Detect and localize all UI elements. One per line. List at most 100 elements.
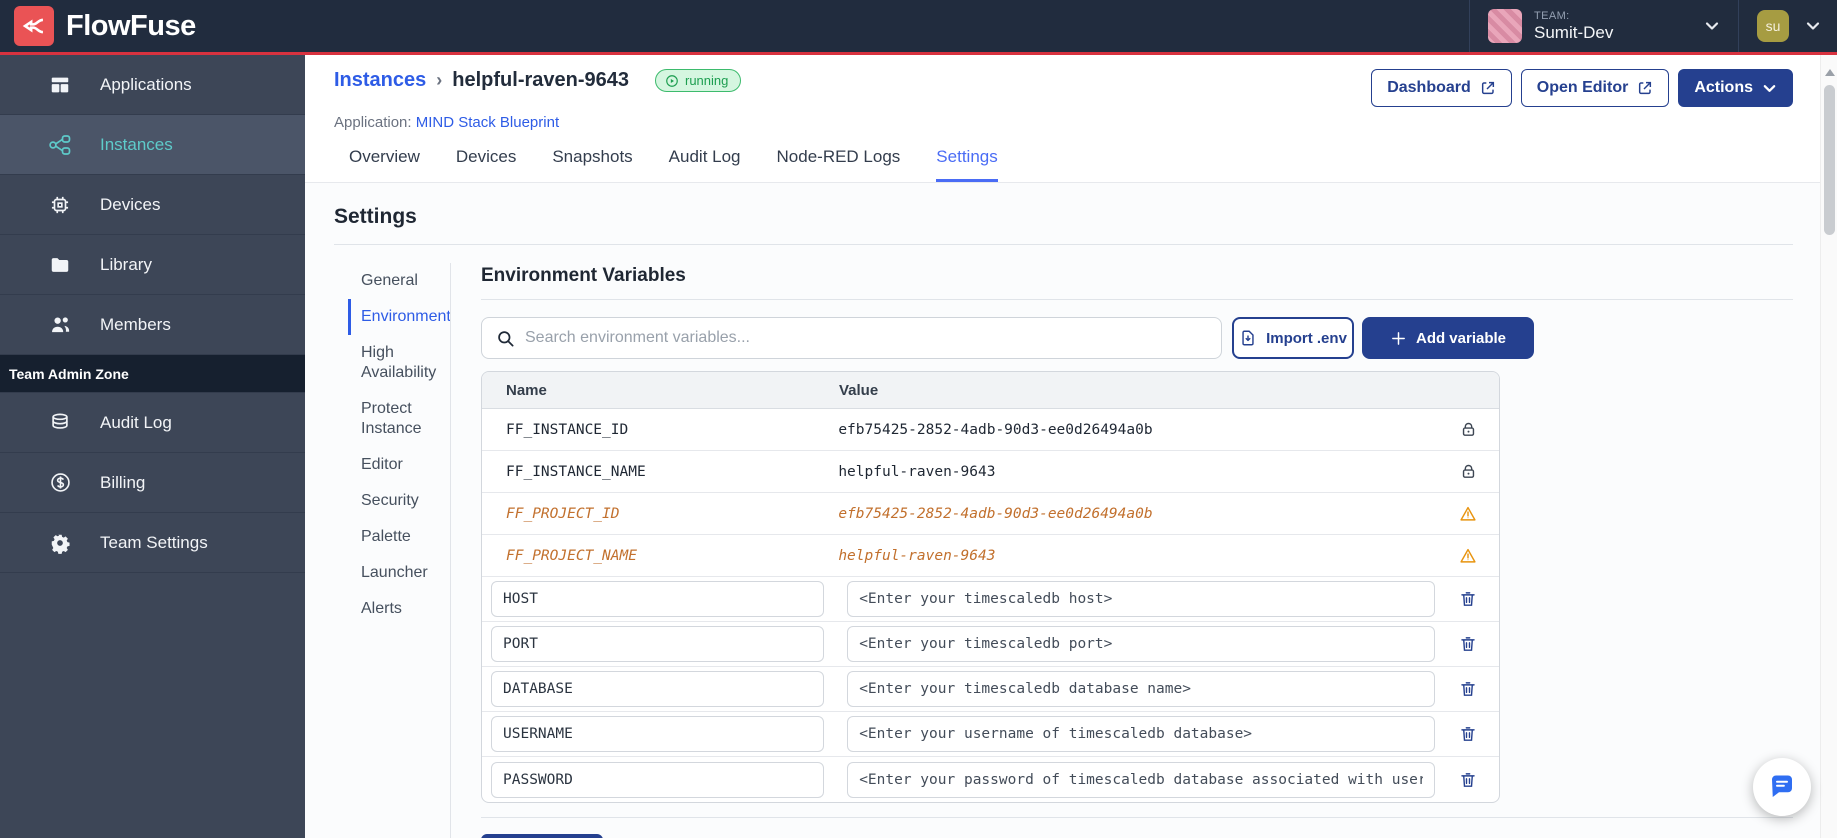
trash-icon[interactable] <box>1459 590 1477 608</box>
sidebar-item-label: Members <box>100 314 171 334</box>
chat-bubble-icon <box>1767 772 1797 802</box>
sidebar-item-label: Applications <box>100 74 192 94</box>
team-selector[interactable]: TEAM: Sumit-Dev <box>1469 0 1738 52</box>
breadcrumb-separator: › <box>436 70 443 90</box>
subnav-launcher[interactable]: Launcher <box>348 555 440 591</box>
sidebar-item-audit-log[interactable]: Audit Log <box>0 393 305 453</box>
table-row <box>482 577 1499 622</box>
scrollbar-thumb[interactable] <box>1824 85 1835 235</box>
var-name: FF_PROJECT_NAME <box>506 547 637 564</box>
var-value-input[interactable] <box>847 671 1436 707</box>
instance-header: Instances › helpful-raven-9643 running D… <box>305 55 1820 183</box>
search-box <box>481 317 1222 359</box>
trash-icon[interactable] <box>1459 771 1477 789</box>
trash-icon[interactable] <box>1459 635 1477 653</box>
settings-subnav: General Environment High Availability Pr… <box>348 263 451 838</box>
team-admin-zone-label: Team Admin Zone <box>0 355 305 393</box>
subnav-protect-instance[interactable]: Protect Instance <box>348 391 440 447</box>
sidebar-item-label: Devices <box>100 194 161 214</box>
subnav-environment[interactable]: Environment <box>348 299 451 335</box>
sidebar-item-label: Audit Log <box>100 412 172 432</box>
dashboard-button[interactable]: Dashboard <box>1371 69 1512 107</box>
lock-icon <box>1460 421 1477 438</box>
subnav-general[interactable]: General <box>348 263 440 299</box>
sidebar-item-devices[interactable]: Devices <box>0 175 305 235</box>
page-title: Settings <box>334 205 417 228</box>
tab-snapshots[interactable]: Snapshots <box>552 147 632 182</box>
play-circle-icon <box>665 74 679 88</box>
var-value-input[interactable] <box>847 761 1436 798</box>
table-row: FF_PROJECT_ID efb75425-2852-4adb-90d3-ee… <box>482 493 1499 535</box>
breadcrumb: Instances › helpful-raven-9643 running <box>334 69 742 92</box>
var-name-input[interactable] <box>491 716 824 752</box>
tab-overview[interactable]: Overview <box>349 147 420 182</box>
status-badge: running <box>655 69 742 92</box>
team-name: Sumit-Dev <box>1534 22 1614 42</box>
subnav-high-availability[interactable]: High Availability <box>348 335 440 391</box>
breadcrumb-instances-link[interactable]: Instances <box>334 69 426 92</box>
var-value-input[interactable] <box>847 716 1436 752</box>
vertical-scrollbar <box>1820 55 1837 838</box>
actions-button[interactable]: Actions <box>1678 69 1793 107</box>
open-editor-button[interactable]: Open Editor <box>1520 69 1670 107</box>
save-settings-button[interactable]: Save settings <box>481 834 603 838</box>
sidebar-item-team-settings[interactable]: Team Settings <box>0 513 305 573</box>
divider <box>481 817 1793 818</box>
subnav-palette[interactable]: Palette <box>348 519 440 555</box>
flowfuse-logo[interactable]: FlowFuse <box>0 6 196 46</box>
sidebar-item-label: Library <box>100 254 152 274</box>
column-header-name: Name <box>506 381 547 399</box>
scrollbar-up-arrow[interactable] <box>1825 69 1835 76</box>
folder-icon <box>48 253 72 277</box>
var-name-input[interactable] <box>491 581 824 617</box>
table-row <box>482 757 1499 802</box>
lock-icon <box>1460 463 1477 480</box>
trash-icon[interactable] <box>1459 680 1477 698</box>
topbar: FlowFuse TEAM: Sumit-Dev su <box>0 0 1837 52</box>
chip-icon <box>48 193 72 217</box>
trash-icon[interactable] <box>1459 725 1477 743</box>
tab-devices[interactable]: Devices <box>456 147 516 182</box>
var-value: helpful-raven-9643 <box>838 547 996 564</box>
divider <box>481 299 1793 300</box>
sidebar-item-instances[interactable]: Instances <box>0 115 305 175</box>
application-link[interactable]: MIND Stack Blueprint <box>416 114 559 131</box>
subnav-editor[interactable]: Editor <box>348 447 440 483</box>
user-menu[interactable]: su <box>1738 0 1837 52</box>
var-value-input[interactable] <box>847 626 1436 662</box>
sidebar-item-members[interactable]: Members <box>0 295 305 355</box>
team-chevron-down-icon[interactable] <box>1704 18 1720 34</box>
tab-node-red-logs[interactable]: Node-RED Logs <box>777 147 901 182</box>
var-value-input[interactable] <box>847 581 1436 617</box>
column-header-value: Value <box>839 381 879 399</box>
chevron-down-icon <box>1762 81 1777 96</box>
team-avatar <box>1488 9 1522 43</box>
subnav-security[interactable]: Security <box>348 483 440 519</box>
add-variable-button[interactable]: Add variable <box>1362 317 1534 359</box>
sidebar-item-library[interactable]: Library <box>0 235 305 295</box>
env-variables-table: Name Value FF_INSTANCE_ID efb75425-2852-… <box>481 371 1500 803</box>
flowfuse-logo-text: FlowFuse <box>66 9 196 42</box>
chat-launcher[interactable] <box>1753 758 1811 816</box>
warning-triangle-icon <box>1459 505 1477 523</box>
sidebar-item-applications[interactable]: Applications <box>0 55 305 115</box>
var-name-input[interactable] <box>491 671 824 707</box>
search-input[interactable] <box>525 329 1209 347</box>
var-name-input[interactable] <box>491 761 824 798</box>
var-value: efb75425-2852-4adb-90d3-ee0d26494a0b <box>838 421 1153 438</box>
external-link-icon <box>1637 80 1653 96</box>
import-file-icon <box>1239 329 1257 347</box>
sidebar: Applications Instances Devices Library M… <box>0 55 305 838</box>
import-env-button[interactable]: Import .env <box>1232 317 1354 359</box>
user-chevron-down-icon[interactable] <box>1805 18 1821 34</box>
tab-audit-log[interactable]: Audit Log <box>669 147 741 182</box>
sidebar-item-billing[interactable]: Billing <box>0 453 305 513</box>
var-name-input[interactable] <box>491 626 824 662</box>
table-row: FF_PROJECT_NAME helpful-raven-9643 <box>482 535 1499 577</box>
var-name: FF_INSTANCE_NAME <box>506 463 646 480</box>
plus-icon <box>1390 330 1407 347</box>
subnav-alerts[interactable]: Alerts <box>348 591 440 627</box>
table-row <box>482 622 1499 667</box>
tab-settings[interactable]: Settings <box>936 147 998 182</box>
dollar-circle-icon <box>48 471 72 495</box>
